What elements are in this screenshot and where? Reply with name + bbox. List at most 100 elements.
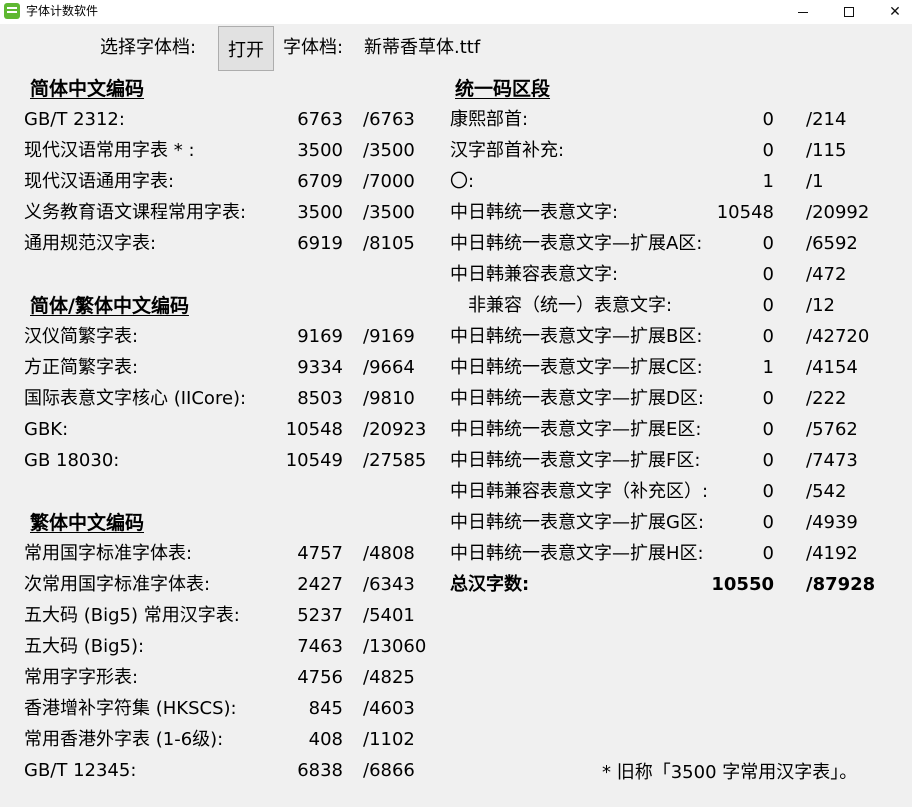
row-count: 0 — [762, 109, 774, 130]
traditional-row: GB/T 12345: 6838/6866 — [0, 758, 440, 789]
row-count: 7463 — [297, 636, 343, 657]
row-count: 5237 — [297, 605, 343, 626]
row-label: 五大码 (Big5): — [24, 636, 145, 657]
unicode-row: 康熙部首: 0/214 — [0, 107, 912, 138]
row-label: 香港增补字符集 (HKSCS): — [24, 698, 237, 719]
unicode-row: 中日韩统一表意文字: 10548/20992 — [0, 200, 912, 231]
row-total: /214 — [806, 109, 847, 130]
row-label: 五大码 (Big5) 常用汉字表: — [24, 605, 240, 626]
row-total: /115 — [806, 140, 847, 161]
unicode-row: 中日韩统一表意文字—扩展H区: 0/4192 — [0, 541, 912, 572]
row-label: 非兼容（统一）表意文字: — [468, 295, 673, 316]
row-total: /20992 — [806, 202, 870, 223]
total-max: /87928 — [806, 574, 876, 595]
app-icon — [4, 3, 20, 19]
row-count: 0 — [762, 264, 774, 285]
row-total: /472 — [806, 264, 847, 285]
row-count: 4756 — [297, 667, 343, 688]
row-total: /4192 — [806, 543, 858, 564]
row-total: /13060 — [363, 636, 427, 657]
unicode-row: 中日韩统一表意文字—扩展A区: 0/6592 — [0, 231, 912, 262]
row-label: 中日韩统一表意文字—扩展B区: — [450, 326, 703, 347]
row-label: 中日韩统一表意文字—扩展C区: — [450, 357, 703, 378]
row-total: /5762 — [806, 419, 858, 440]
row-label: 汉字部首补充: — [450, 140, 565, 161]
row-label: 中日韩兼容表意文字（补充区）: — [450, 481, 709, 502]
row-total: /1 — [806, 171, 824, 192]
traditional-row: 五大码 (Big5) 常用汉字表: 5237/5401 — [0, 603, 440, 634]
maximize-button[interactable] — [826, 0, 872, 24]
row-label: 〇: — [450, 171, 475, 192]
total-row: 总汉字数: 10550 /87928 — [0, 572, 912, 603]
row-count: 0 — [762, 450, 774, 471]
row-count: 6838 — [297, 760, 343, 781]
row-total: /4603 — [363, 698, 415, 719]
unicode-row: 〇: 1/1 — [0, 169, 912, 200]
row-label: 中日韩统一表意文字—扩展A区: — [450, 233, 703, 254]
footnote: * 旧称「3500 字常用汉字表」。 — [602, 762, 858, 783]
row-total: /5401 — [363, 605, 415, 626]
row-label: 康熙部首: — [450, 109, 529, 130]
unicode-row: 中日韩统一表意文字—扩展E区: 0/5762 — [0, 417, 912, 448]
row-count: 0 — [762, 512, 774, 533]
row-total: /4154 — [806, 357, 858, 378]
row-total: /4939 — [806, 512, 858, 533]
row-label: 常用香港外字表 (1-6级): — [24, 729, 224, 750]
row-total: /42720 — [806, 326, 870, 347]
row-count: 0 — [762, 419, 774, 440]
unicode-row: 汉字部首补充: 0/115 — [0, 138, 912, 169]
row-count: 845 — [308, 698, 343, 719]
total-count: 10550 — [711, 574, 774, 595]
row-label: 中日韩统一表意文字—扩展H区: — [450, 543, 704, 564]
row-count: 408 — [308, 729, 343, 750]
row-total: /6592 — [806, 233, 858, 254]
row-count: 0 — [762, 140, 774, 161]
maximize-icon — [844, 7, 854, 17]
row-count: 0 — [762, 295, 774, 316]
unicode-row: 中日韩统一表意文字—扩展D区: 0/222 — [0, 386, 912, 417]
row-total: /7473 — [806, 450, 858, 471]
row-label: 中日韩统一表意文字—扩展E区: — [450, 419, 702, 440]
unicode-row: 中日韩统一表意文字—扩展B区: 0/42720 — [0, 324, 912, 355]
row-label: 常用字字形表: — [24, 667, 139, 688]
window-title: 字体计数软件 — [26, 4, 99, 18]
row-count: 0 — [762, 233, 774, 254]
unicode-row: 非兼容（统一）表意文字: 0/12 — [0, 293, 912, 324]
unicode-row: 中日韩统一表意文字—扩展G区: 0/4939 — [0, 510, 912, 541]
row-label: 中日韩兼容表意文字: — [450, 264, 619, 285]
row-total: /1102 — [363, 729, 415, 750]
row-count: 10548 — [716, 202, 774, 223]
row-count: 0 — [762, 481, 774, 502]
title-bar: 字体计数软件 ✕ — [0, 0, 912, 24]
font-file-label: 字体档: — [283, 37, 344, 58]
section-title-unicode: 统一码区段 — [455, 78, 551, 100]
traditional-row: 常用香港外字表 (1-6级): 408/1102 — [0, 727, 440, 758]
section-title-simplified: 简体中文编码 — [30, 78, 145, 100]
minimize-button[interactable] — [780, 0, 826, 24]
row-label: GB/T 12345: — [24, 760, 137, 781]
open-button[interactable]: 打开 — [218, 26, 274, 71]
unicode-row: 中日韩统一表意文字—扩展C区: 1/4154 — [0, 355, 912, 386]
row-total: /222 — [806, 388, 847, 409]
unicode-row: 中日韩兼容表意文字: 0/472 — [0, 262, 912, 293]
traditional-row: 常用字字形表: 4756/4825 — [0, 665, 440, 696]
row-label: 中日韩统一表意文字—扩展G区: — [450, 512, 705, 533]
unicode-row: 中日韩统一表意文字—扩展F区: 0/7473 — [0, 448, 912, 479]
traditional-row: 香港增补字符集 (HKSCS): 845/4603 — [0, 696, 440, 727]
row-total: /12 — [806, 295, 835, 316]
close-icon: ✕ — [889, 4, 901, 20]
row-count: 0 — [762, 326, 774, 347]
close-button[interactable]: ✕ — [872, 0, 912, 24]
row-count: 0 — [762, 388, 774, 409]
row-count: 1 — [762, 171, 774, 192]
row-total: /6866 — [363, 760, 415, 781]
unicode-row: 中日韩兼容表意文字（补充区）: 0/542 — [0, 479, 912, 510]
row-label: 中日韩统一表意文字—扩展F区: — [450, 450, 701, 471]
minimize-icon — [798, 11, 808, 13]
total-label: 总汉字数: — [450, 574, 530, 595]
row-count: 0 — [762, 543, 774, 564]
select-font-label: 选择字体档: — [100, 37, 197, 58]
row-label: 中日韩统一表意文字—扩展D区: — [450, 388, 704, 409]
row-total: /542 — [806, 481, 847, 502]
row-total: /4825 — [363, 667, 415, 688]
